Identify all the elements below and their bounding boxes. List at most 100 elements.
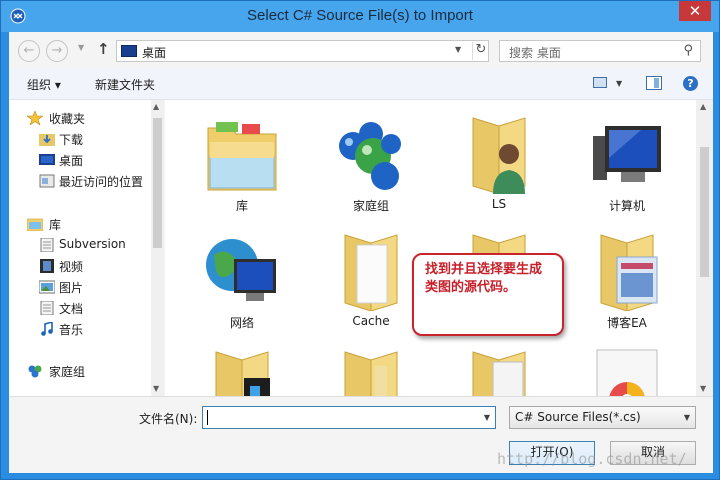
refresh-icon[interactable]: ↻ — [472, 42, 489, 60]
watermark: http://blog.csdn.net/ — [497, 450, 687, 468]
file-item[interactable] — [192, 342, 292, 396]
chevron-down-icon[interactable]: ▼ — [684, 413, 690, 422]
new-folder-button[interactable]: 新建文件夹 — [95, 76, 155, 93]
desktop-icon — [39, 154, 55, 165]
folder-icon — [215, 351, 270, 396]
recent-places-icon — [39, 174, 55, 188]
file-item[interactable]: 库 — [192, 108, 292, 218]
up-button[interactable]: ↑ — [97, 40, 110, 58]
scroll-down-icon[interactable]: ▼ — [700, 384, 706, 393]
file-item[interactable]: LS — [449, 108, 549, 218]
picture-icon — [39, 280, 55, 294]
sidebar-item-label: 收藏夹 — [49, 112, 86, 126]
sidebar-item-label: 最近访问的位置 — [59, 175, 144, 189]
file-item[interactable]: 网络 — [192, 225, 292, 335]
forward-button[interactable]: → — [46, 40, 68, 62]
file-item[interactable] — [577, 342, 677, 396]
view-options-dropdown-icon[interactable]: ▼ — [616, 79, 622, 88]
sidebar-item-desktop[interactable]: 桌面 — [9, 150, 154, 170]
change-view-icon[interactable] — [593, 77, 607, 88]
sidebar-item-downloads[interactable]: 下载 — [9, 129, 154, 149]
file-item[interactable]: 家庭组 — [321, 108, 421, 218]
scroll-down-icon[interactable]: ▼ — [153, 384, 159, 393]
computer-icon — [593, 126, 661, 182]
homegroup-icon — [339, 122, 401, 190]
folder-icon — [344, 234, 398, 311]
file-list-scrollbar[interactable]: ▲ ▼ — [696, 100, 713, 396]
folder-icon — [600, 234, 658, 311]
document-icon — [40, 301, 54, 315]
desktop-icon — [121, 45, 137, 57]
callout-text: 找到并且选择要生成类图的源代码。 — [425, 262, 543, 295]
star-icon — [27, 111, 43, 125]
organize-button[interactable]: 组织 ▾ — [27, 76, 61, 93]
file-item[interactable] — [321, 342, 421, 396]
search-icon[interactable]: ⚲ — [683, 43, 693, 58]
file-item-label: LS — [491, 197, 507, 211]
sidebar-item-label: 库 — [49, 218, 62, 232]
chevron-down-icon[interactable]: ▼ — [484, 413, 490, 422]
filename-input[interactable]: ▼ — [202, 406, 496, 429]
dialog-client: ← → ▼ ↑ 桌面 ▼ ↻ 搜索 桌面 ⚲ 组织 ▾ 新建文件夹 ▼ ? 收藏… — [9, 32, 713, 473]
file-item-label: 家庭组 — [352, 199, 389, 213]
address-path: 桌面 — [142, 46, 167, 60]
scroll-up-icon[interactable]: ▲ — [153, 102, 159, 111]
sidebar-item-label: 视频 — [59, 260, 84, 274]
file-item-label: 博客EA — [607, 316, 647, 330]
file-item-label: Cache — [352, 314, 390, 328]
address-bar[interactable]: 桌面 ▼ ↻ — [116, 40, 489, 62]
network-icon — [206, 239, 276, 301]
file-item-label: 网络 — [229, 316, 254, 330]
file-icon — [596, 349, 658, 396]
file-item[interactable]: 计算机 — [577, 108, 677, 218]
sidebar-item-recent-places[interactable]: 最近访问的位置 — [9, 171, 154, 191]
chevron-down-icon[interactable]: ▼ — [455, 45, 461, 54]
command-toolbar: 组织 ▾ 新建文件夹 ▼ ? — [9, 68, 713, 100]
annotation-callout: 找到并且选择要生成类图的源代码。 — [412, 253, 564, 336]
sidebar-item-label: Subversion — [59, 237, 126, 251]
navigation-pane: 收藏夹 下载 桌面 最近访问的位置 库 Subversion 视频 图片 文档 … — [9, 100, 164, 396]
file-item[interactable]: 博客EA — [577, 225, 677, 335]
file-item-label: 计算机 — [608, 199, 645, 213]
download-folder-icon — [39, 134, 55, 146]
video-icon — [40, 259, 54, 273]
sidebar-item-music[interactable]: 音乐 — [9, 319, 154, 339]
search-box[interactable]: 搜索 桌面 ⚲ — [499, 40, 701, 62]
scroll-thumb[interactable] — [153, 118, 162, 248]
file-type-select[interactable]: C# Source Files(*.cs) ▼ — [509, 406, 696, 429]
library-icon — [27, 218, 43, 231]
file-item-label: 库 — [235, 199, 248, 213]
file-item[interactable]: Cache — [321, 225, 421, 335]
scroll-up-icon[interactable]: ▲ — [700, 102, 706, 111]
sidebar-item-label: 图片 — [59, 281, 84, 295]
window-title: Select C# Source File(s) to Import — [247, 7, 473, 24]
address-row: ← → ▼ ↑ 桌面 ▼ ↻ 搜索 桌面 ⚲ — [9, 32, 713, 68]
sidebar-item-subversion[interactable]: Subversion — [9, 235, 154, 255]
navigation-scrollbar[interactable]: ▲ ▼ — [151, 100, 164, 396]
sidebar-item-videos[interactable]: 视频 — [9, 256, 154, 276]
sidebar-item-homegroup[interactable]: 家庭组 — [9, 361, 154, 381]
scroll-thumb[interactable] — [700, 147, 709, 277]
folder-icon — [472, 351, 526, 396]
sidebar-item-libraries[interactable]: 库 — [9, 214, 154, 234]
file-type-value: C# Source Files(*.cs) — [515, 410, 641, 424]
back-button[interactable]: ← — [18, 40, 40, 62]
sidebar-item-documents[interactable]: 文档 — [9, 298, 154, 318]
sidebar-item-favorites[interactable]: 收藏夹 — [9, 108, 154, 128]
library-folder-icon — [207, 122, 277, 191]
file-item[interactable] — [449, 342, 549, 396]
sidebar-item-pictures[interactable]: 图片 — [9, 277, 154, 297]
recent-locations-dropdown-icon[interactable]: ▼ — [78, 43, 84, 52]
folder-icon — [344, 351, 398, 396]
sidebar-item-label: 桌面 — [59, 154, 84, 168]
search-placeholder: 搜索 桌面 — [509, 46, 561, 60]
title-bar[interactable]: Select C# Source File(s) to Import ✕ — [1, 1, 719, 32]
text-caret — [207, 410, 208, 425]
help-icon[interactable]: ? — [683, 76, 698, 91]
close-button[interactable]: ✕ — [679, 1, 711, 21]
dialog-window: Select C# Source File(s) to Import ✕ ← →… — [0, 0, 720, 480]
preview-pane-icon[interactable] — [646, 76, 662, 90]
sidebar-item-label: 下载 — [59, 133, 84, 147]
sidebar-item-label: 家庭组 — [49, 365, 86, 379]
document-icon — [40, 238, 54, 252]
